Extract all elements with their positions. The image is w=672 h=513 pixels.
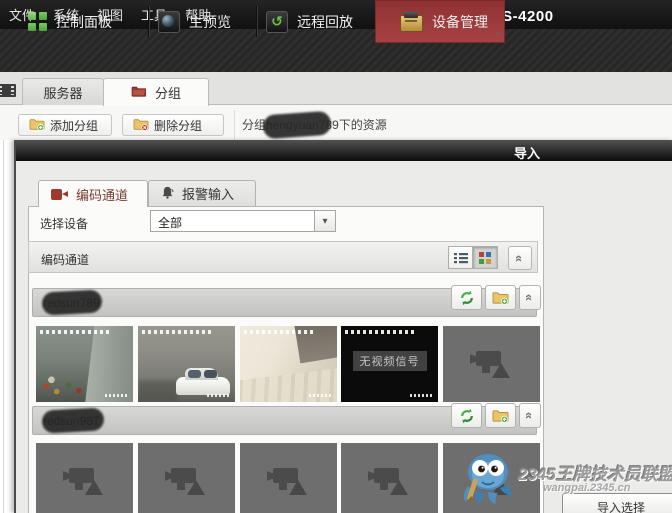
collapse-icon: « xyxy=(523,412,536,419)
osd-camera-label xyxy=(105,394,129,397)
camera-thumbnail-street[interactable] xyxy=(36,326,133,402)
collapse-icon: « xyxy=(523,294,536,301)
folder-add-icon xyxy=(29,117,45,134)
camera-thumbnail-offline[interactable] xyxy=(36,443,133,513)
offline-camera-icon xyxy=(65,467,105,495)
camera-icon xyxy=(51,189,68,200)
add-to-group-button[interactable] xyxy=(485,403,516,428)
dialog-tab-alarm-label: 报警输入 xyxy=(182,184,234,203)
toolbar-separator xyxy=(148,6,149,37)
osd-timestamp xyxy=(345,330,415,334)
import-selection-button[interactable]: 导入选择 xyxy=(562,493,672,513)
offline-camera-icon xyxy=(472,467,512,495)
import-selection-label: 导入选择 xyxy=(597,499,645,513)
list-view-button[interactable] xyxy=(448,246,473,269)
tab-remote-playback-label: 远程回放 xyxy=(297,12,353,32)
camera-thumbnail-offline[interactable] xyxy=(240,443,337,513)
offline-camera-icon xyxy=(472,350,512,378)
camera-thumbnail-offline[interactable] xyxy=(138,443,235,513)
offline-camera-icon xyxy=(269,467,309,495)
device-select-value: 全部 xyxy=(158,214,182,231)
subtab-server[interactable]: 服务器 xyxy=(22,78,104,105)
dialog-title-bar[interactable]: 导入 xyxy=(16,140,672,161)
osd-timestamp xyxy=(142,330,212,334)
refresh-button[interactable] xyxy=(451,285,482,310)
chevron-down-icon[interactable]: ▾ xyxy=(314,211,335,231)
tab-control-panel[interactable]: 控制面板 xyxy=(28,0,143,43)
delete-group-button[interactable]: 删除分组 xyxy=(122,114,224,136)
dialog-tab-encode-channel[interactable]: 编码通道 xyxy=(38,180,148,207)
camera-thumbnail-street-car[interactable] xyxy=(138,326,235,402)
camera-thumbnail-offline[interactable] xyxy=(341,443,438,513)
select-device-label: 选择设备 xyxy=(40,215,88,232)
page-edge-line xyxy=(3,140,4,513)
thumbnail-view-button[interactable] xyxy=(473,246,498,269)
collapse-icon: « xyxy=(513,254,526,261)
device-management-icon xyxy=(400,15,423,32)
offline-camera-icon xyxy=(167,467,207,495)
close-icon[interactable]: × xyxy=(495,30,501,40)
dialog-tab-encode-label: 编码通道 xyxy=(76,185,128,204)
redaction-smudge xyxy=(41,407,104,433)
remote-playback-icon: ↺ xyxy=(266,11,288,33)
ivms-4200-window: 文件 系统 视图 工具 帮助 iVMS-4200 控制面板 主预览 ↺ 远程回放 xyxy=(0,0,672,513)
osd-camera-label xyxy=(410,394,434,397)
no-video-signal-text: 无视频信号 xyxy=(353,351,427,371)
actionbar-separator xyxy=(234,110,235,140)
dialog-title: 导入 xyxy=(514,143,540,162)
collapse-section-button[interactable]: « xyxy=(508,246,532,270)
osd-timestamp xyxy=(244,330,314,334)
tab-remote-playback[interactable]: ↺ 远程回放 xyxy=(266,0,370,43)
collapse-group-button[interactable]: « xyxy=(519,403,541,428)
tab-main-view[interactable]: 主预览 xyxy=(158,0,250,43)
add-group-button[interactable]: 添加分组 xyxy=(18,114,112,136)
device-select-dropdown[interactable]: 全部 ▾ xyxy=(150,210,336,232)
red-folder-icon xyxy=(131,85,146,100)
refresh-button[interactable] xyxy=(451,403,482,428)
folder-delete-icon xyxy=(133,117,149,134)
tab-device-management-label: 设备管理 xyxy=(432,12,488,32)
main-view-icon xyxy=(158,11,180,33)
camera-thumbnail-no-signal[interactable]: 无视频信号 xyxy=(341,326,438,402)
osd-timestamp xyxy=(40,330,110,334)
redaction-smudge xyxy=(41,289,102,315)
white-suv xyxy=(176,377,230,395)
toolbar-separator xyxy=(256,6,257,37)
add-to-group-button[interactable] xyxy=(485,285,516,310)
device-group-row-redsun789[interactable]: redsun789 « xyxy=(32,288,537,317)
subtab-group[interactable]: 分组 xyxy=(103,78,209,106)
bell-icon xyxy=(161,186,174,202)
subtab-server-label: 服务器 xyxy=(43,83,82,102)
redaction-smudge xyxy=(262,111,332,140)
osd-camera-label xyxy=(309,394,333,397)
collapse-group-button[interactable]: « xyxy=(519,285,541,310)
subtab-group-label: 分组 xyxy=(155,83,181,102)
camera-thumbnail-offline[interactable] xyxy=(443,326,540,402)
delete-group-label: 删除分组 xyxy=(154,117,202,134)
encode-channel-section-header: 编码通道 « xyxy=(28,241,538,273)
tab-device-management[interactable]: 设备管理 xyxy=(375,0,505,43)
tab-main-view-label: 主预览 xyxy=(189,12,231,32)
osd-camera-label xyxy=(207,394,231,397)
camera-thumbnail-indoor[interactable] xyxy=(240,326,337,402)
dialog-tab-alarm-input[interactable]: 报警输入 xyxy=(148,180,256,206)
offline-camera-icon xyxy=(370,467,410,495)
camera-thumbnail-offline[interactable] xyxy=(443,443,540,513)
film-strip-icon xyxy=(0,84,16,97)
control-panel-icon xyxy=(28,12,47,31)
section-title: 编码通道 xyxy=(41,251,89,268)
tab-control-panel-label: 控制面板 xyxy=(56,12,112,32)
add-group-label: 添加分组 xyxy=(50,117,98,134)
device-group-row-redsun987[interactable]: redsun987 « xyxy=(32,406,537,435)
